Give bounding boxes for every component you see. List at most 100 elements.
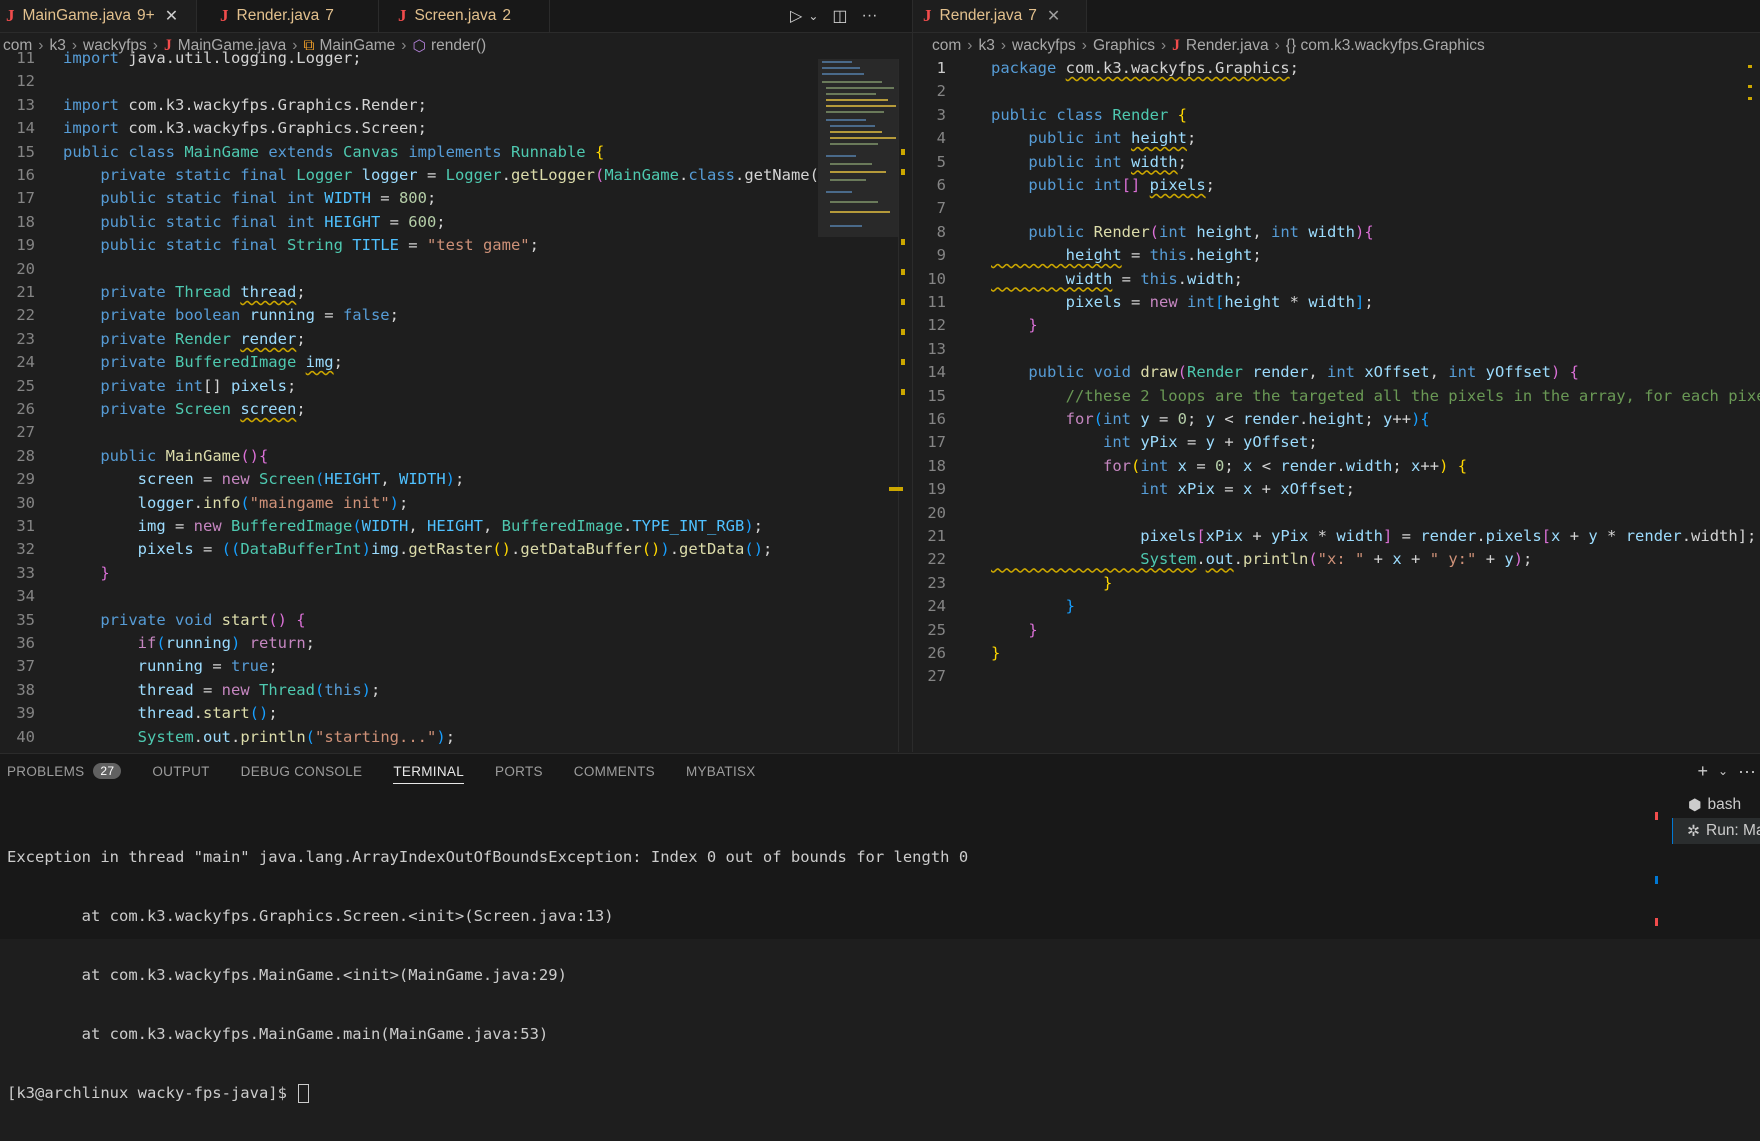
code-line[interactable]: 22 System.out.println("x: " + x + " y:" … xyxy=(913,548,1746,571)
code-line[interactable]: 8 public Render(int height, int width){ xyxy=(913,221,1746,244)
code-line[interactable]: 27 xyxy=(0,421,810,444)
chevron-down-icon[interactable]: ⌄ xyxy=(1718,764,1728,778)
split-editor-icon[interactable]: ◫ xyxy=(832,6,847,26)
code-line[interactable]: 32 pixels = ((DataBufferInt)img.getRaste… xyxy=(0,538,810,561)
run-icon[interactable]: ▷ xyxy=(790,6,802,26)
chevron-down-icon[interactable]: ⌄ xyxy=(808,9,818,23)
code-line[interactable]: 23 } xyxy=(913,572,1746,595)
code-line[interactable]: 23 private Render render; xyxy=(0,328,810,351)
code-line[interactable]: 1 package com.k3.wackyfps.Graphics; xyxy=(913,57,1746,80)
code-line[interactable]: 5 public int width; xyxy=(913,151,1746,174)
terminal-output[interactable]: Exception in thread "main" java.lang.Arr… xyxy=(7,810,968,1141)
code-line[interactable]: 6 public int[] pixels; xyxy=(913,174,1746,197)
code-line[interactable]: 17 public static final int WIDTH = 800; xyxy=(0,187,810,210)
code-editor[interactable]: 11 import java.util.logging.Logger; 12 13 im… xyxy=(0,49,837,752)
line-source: } xyxy=(991,316,1038,335)
code-line[interactable]: 21 pixels[xPix + yPix * width] = render.… xyxy=(913,525,1756,548)
code-line[interactable]: 31 img = new BufferedImage(WIDTH, HEIGHT… xyxy=(0,515,810,538)
code-line[interactable]: 28 public MainGame(){ xyxy=(0,445,810,468)
code-line[interactable]: 18 public static final int HEIGHT = 600; xyxy=(0,211,810,234)
code-line[interactable]: 11 pixels = new int[height * width]; xyxy=(913,291,1746,314)
code-line[interactable]: 27 xyxy=(913,665,1746,688)
code-line[interactable]: 16 private static final Logger logger = … xyxy=(0,164,837,187)
code-line[interactable]: 36 if(running) return; xyxy=(0,632,810,655)
code-line[interactable]: 12 } xyxy=(913,314,1746,337)
code-line[interactable]: 37 running = true; xyxy=(0,655,810,678)
code-line[interactable]: 15 //these 2 loops are the targeted all … xyxy=(913,385,1760,408)
terminal-prompt-line[interactable]: [k3@archlinux wacky-fps-java]$ xyxy=(7,1082,968,1105)
code-line[interactable]: 7 xyxy=(913,197,1746,220)
line-number: 19 xyxy=(16,236,35,255)
terminal-cursor xyxy=(298,1084,310,1103)
tab-comments[interactable]: COMMENTS xyxy=(574,754,655,788)
breadcrumb-item[interactable]: wackyfps xyxy=(1012,37,1076,55)
code-line[interactable]: 34 xyxy=(0,585,810,608)
code-line[interactable]: 40 System.out.println("starting..."); xyxy=(0,726,810,749)
code-line[interactable]: 21 private Thread thread; xyxy=(0,281,810,304)
line-source: } xyxy=(991,597,1075,616)
breadcrumb-item[interactable]: Render.java xyxy=(1186,37,1269,55)
line-source: import java.util.logging.Logger; xyxy=(63,49,362,67)
code-line[interactable]: 16 for(int y = 0; y < render.height; y++… xyxy=(913,408,1746,431)
code-line[interactable]: 19 public static final String TITLE = "t… xyxy=(0,234,810,257)
code-line[interactable]: 12 xyxy=(0,70,810,93)
breadcrumb-item[interactable]: com xyxy=(932,37,961,55)
breadcrumb-item[interactable]: Graphics xyxy=(1093,37,1155,55)
vertical-scrollbar[interactable] xyxy=(1746,59,1760,752)
code-line[interactable]: 35 private void start() { xyxy=(0,609,810,632)
code-line[interactable]: 20 xyxy=(913,502,1746,525)
code-line[interactable]: 30 logger.info("maingame init"); xyxy=(0,492,810,515)
tab-screen[interactable]: J Screen.java 2 xyxy=(380,0,550,32)
code-line[interactable]: 9 height = this.height; xyxy=(913,244,1746,267)
close-icon[interactable]: ✕ xyxy=(1047,6,1060,26)
tab-maingame[interactable]: J MainGame.java 9+ ✕ xyxy=(0,0,197,32)
code-line[interactable]: 4 public int height; xyxy=(913,127,1746,150)
code-line[interactable]: 22 private boolean running = false; xyxy=(0,304,810,327)
close-icon[interactable]: ✕ xyxy=(165,6,178,26)
tab-render[interactable]: J Render.java 7 xyxy=(198,0,379,32)
tab-render-right[interactable]: J Render.java 7 ✕ xyxy=(913,0,1087,32)
code-line[interactable]: 24 private BufferedImage img; xyxy=(0,351,810,374)
code-line[interactable]: 3 public class Render { xyxy=(913,104,1746,127)
code-line[interactable]: 10 width = this.width; xyxy=(913,268,1746,291)
code-line[interactable]: 18 for(int x = 0; x < render.width; x++)… xyxy=(913,455,1746,478)
tab-problems[interactable]: PROBLEMS 27 xyxy=(7,754,122,788)
code-line[interactable]: 26 private Screen screen; xyxy=(0,398,810,421)
code-editor[interactable]: 1 package com.k3.wackyfps.Graphics; 2 3 publ… xyxy=(913,57,1760,752)
breadcrumb-item[interactable]: {} com.k3.wackyfps.Graphics xyxy=(1286,37,1485,55)
tab-ports[interactable]: PORTS xyxy=(495,754,543,788)
vertical-scrollbar[interactable] xyxy=(889,59,912,752)
code-line[interactable]: 20 xyxy=(0,258,810,281)
tab-terminal[interactable]: TERMINAL xyxy=(393,754,464,788)
panel-actions: + ⌄ ··· xyxy=(1697,754,1760,788)
code-line[interactable]: 2 xyxy=(913,80,1746,103)
more-actions-icon[interactable]: ··· xyxy=(862,7,878,25)
add-terminal-icon[interactable]: + xyxy=(1697,761,1708,782)
code-line[interactable]: 13 xyxy=(913,338,1746,361)
terminal-item-bash[interactable]: ⬢ bash xyxy=(1672,792,1760,818)
terminal-item-run[interactable]: ✲ Run: MainGame xyxy=(1672,818,1760,844)
code-line[interactable]: 38 thread = new Thread(this); xyxy=(0,679,810,702)
code-line[interactable]: 33 } xyxy=(0,562,810,585)
code-line[interactable]: 26} xyxy=(913,642,1746,665)
code-line[interactable]: 19 int xPix = x + xOffset; xyxy=(913,478,1746,501)
code-line[interactable]: 14 public void draw(Render render, int x… xyxy=(913,361,1746,384)
code-line[interactable]: 24 } xyxy=(913,595,1746,618)
terminal-scrollbar[interactable] xyxy=(1655,798,1659,928)
tab-mybatisx[interactable]: MYBATISX xyxy=(686,754,756,788)
code-line[interactable]: 17 int yPix = y + yOffset; xyxy=(913,431,1746,454)
tab-debug-console[interactable]: DEBUG CONSOLE xyxy=(241,754,363,788)
breadcrumb-item[interactable]: k3 xyxy=(978,37,994,55)
code-line[interactable]: 11 import java.util.logging.Logger; xyxy=(0,47,810,70)
code-line[interactable]: 29 screen = new Screen(HEIGHT, WIDTH); xyxy=(0,468,810,491)
code-line[interactable]: 13 import com.k3.wackyfps.Graphics.Render… xyxy=(0,94,810,117)
code-line[interactable]: 25 private int[] pixels; xyxy=(0,375,810,398)
java-file-icon: J xyxy=(6,6,15,25)
code-line[interactable]: 25 } xyxy=(913,619,1746,642)
code-line[interactable]: 39 thread.start(); xyxy=(0,702,810,725)
more-actions-icon[interactable]: ··· xyxy=(1738,761,1756,782)
code-line[interactable]: 15 public class MainGame extends Canvas i… xyxy=(0,141,810,164)
code-line[interactable]: 14 import com.k3.wackyfps.Graphics.Screen… xyxy=(0,117,810,140)
minimap[interactable] xyxy=(818,59,898,752)
tab-output[interactable]: OUTPUT xyxy=(152,754,209,788)
